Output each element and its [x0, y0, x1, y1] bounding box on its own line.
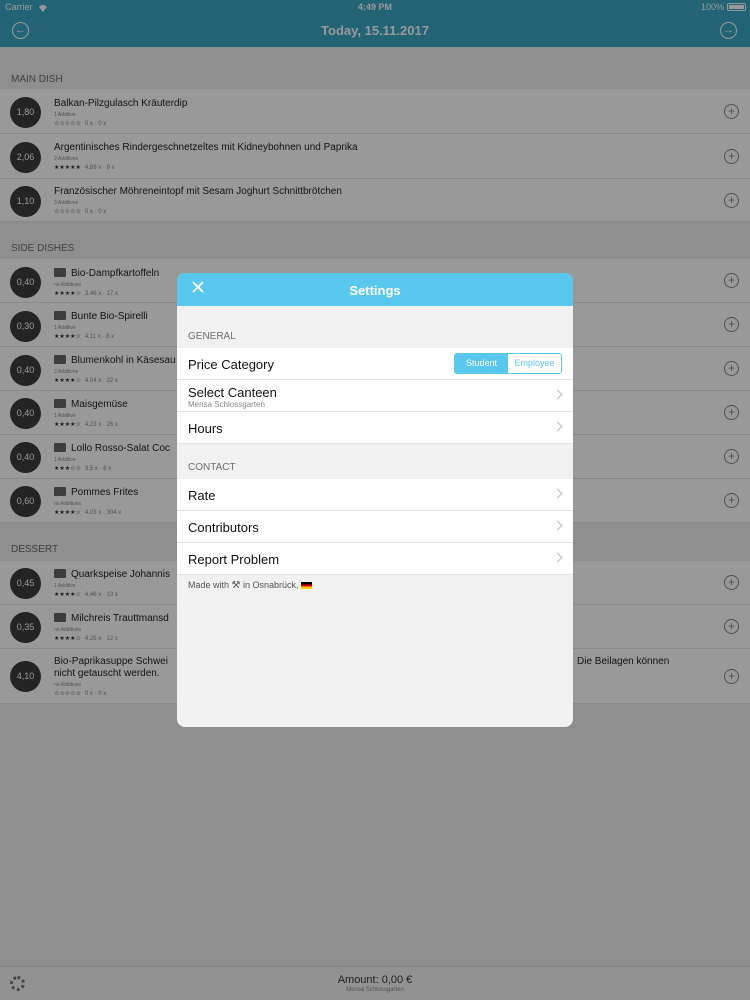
chevron-right-icon: [552, 389, 563, 400]
settings-header: ✕ Settings: [177, 273, 573, 306]
chevron-right-icon: [552, 520, 563, 531]
chevron-right-icon: [552, 488, 563, 499]
select-canteen-label: Select Canteen: [188, 385, 277, 400]
chevron-right-icon: [552, 552, 563, 563]
contributors-label: Contributors: [188, 520, 259, 535]
rate-label: Rate: [188, 488, 216, 503]
select-canteen-row[interactable]: Select Canteen Mensa Schlossgarten: [177, 380, 573, 412]
price-category-row: Price Category Student Employee: [177, 348, 573, 380]
price-category-label: Price Category: [188, 357, 274, 372]
segment-student[interactable]: Student: [455, 354, 508, 373]
made-with-note: Made with ⚒ in Osnabrück,: [177, 575, 573, 591]
footer-suffix: in Osnabrück,: [243, 580, 299, 590]
general-section-header: GENERAL: [188, 331, 236, 342]
hammer-pick-icon: ⚒: [231, 580, 241, 591]
hours-label: Hours: [188, 421, 223, 436]
contact-section-header: CONTACT: [188, 462, 236, 473]
rate-row[interactable]: Rate: [177, 479, 573, 511]
hours-row[interactable]: Hours: [177, 412, 573, 444]
selected-canteen-value: Mensa Schlossgarten: [188, 400, 265, 409]
chevron-right-icon: [552, 421, 563, 432]
footer-prefix: Made with: [188, 580, 230, 590]
contributors-row[interactable]: Contributors: [177, 511, 573, 543]
segment-employee[interactable]: Employee: [508, 354, 561, 373]
price-category-segmented-control: Student Employee: [454, 353, 562, 374]
report-problem-row[interactable]: Report Problem: [177, 543, 573, 575]
report-problem-label: Report Problem: [188, 552, 280, 567]
settings-title: Settings: [349, 283, 401, 298]
germany-flag-icon: [301, 582, 313, 589]
settings-modal: ✕ Settings GENERAL Price Category Studen…: [177, 273, 573, 727]
